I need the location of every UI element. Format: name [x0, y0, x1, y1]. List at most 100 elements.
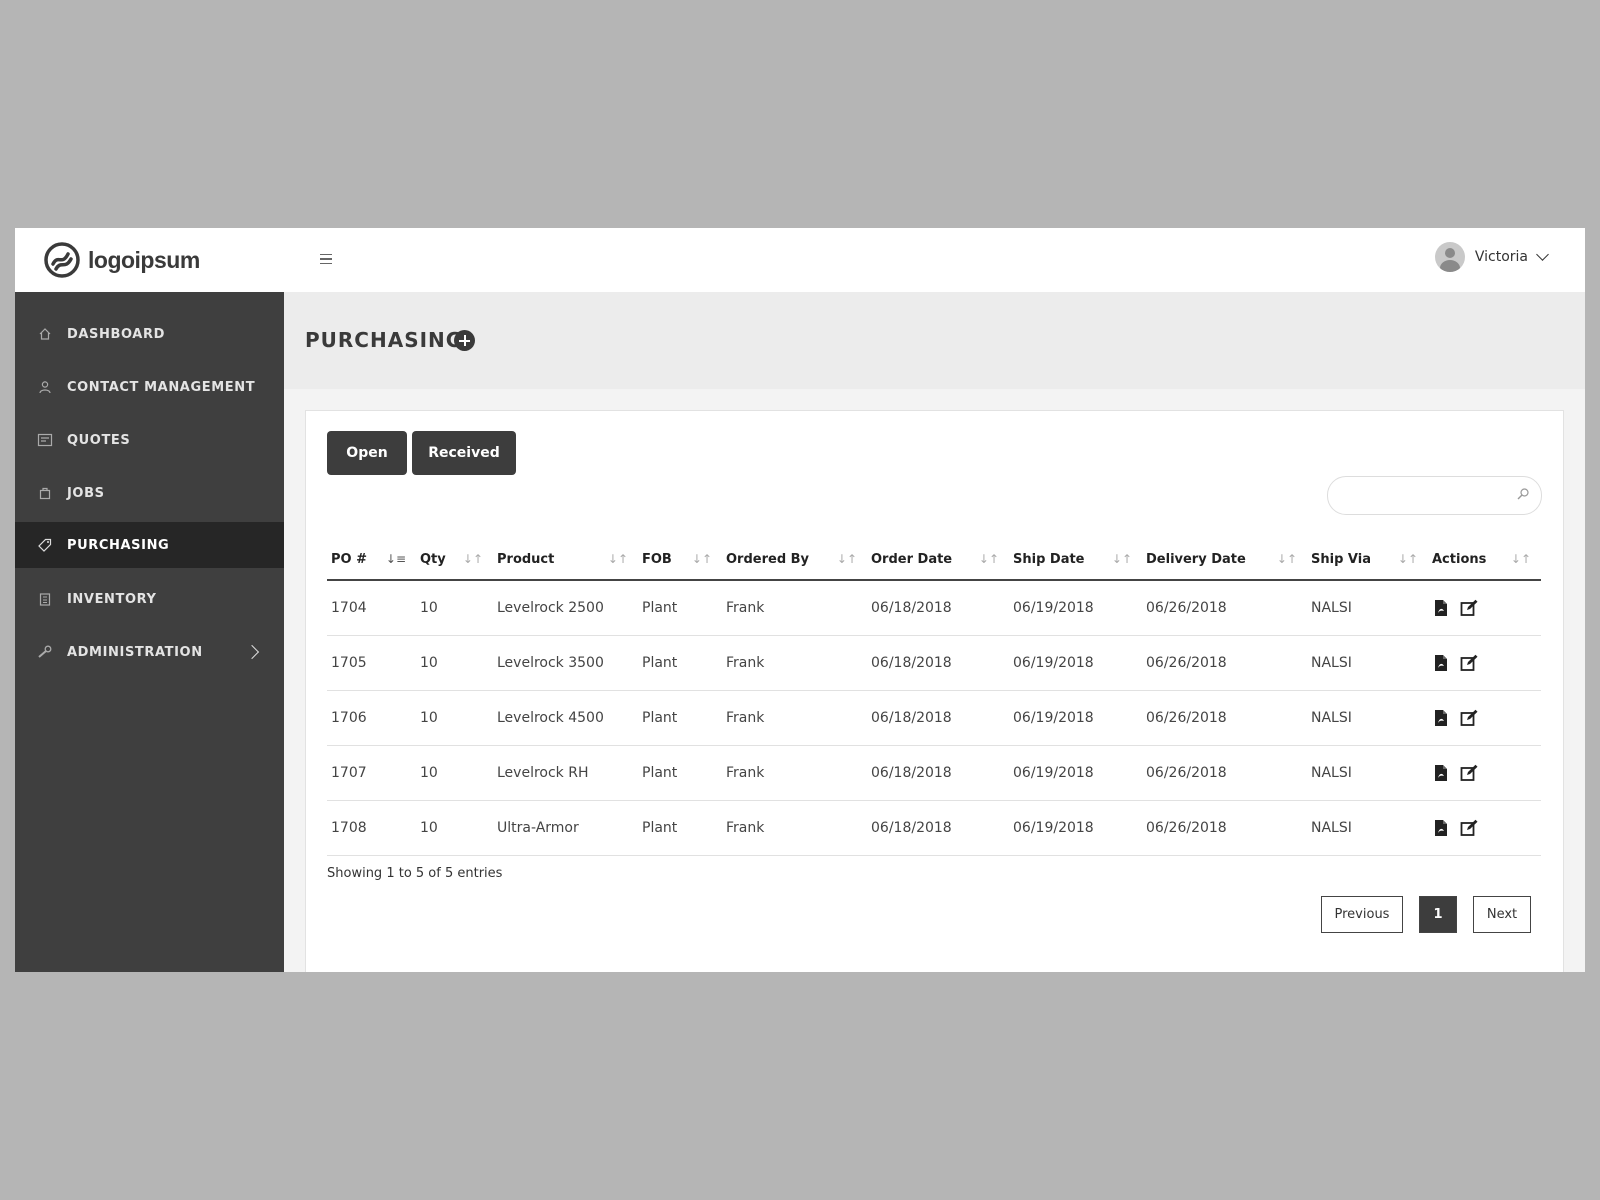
cell-fob: Plant — [638, 745, 722, 801]
cell-actions — [1428, 800, 1541, 856]
pdf-icon[interactable] — [1432, 819, 1450, 837]
sidebar-item-label: ADMINISTRATION — [67, 644, 203, 660]
cell-fob: Plant — [638, 800, 722, 856]
sort-icon: ↓↑ — [978, 552, 999, 566]
cell-ship-via: NALSI — [1307, 580, 1428, 636]
sidebar-item-dashboard[interactable]: DASHBOARD — [15, 311, 284, 357]
cell-po: 1707 — [327, 745, 416, 801]
sidebar-item-jobs[interactable]: JOBS — [15, 470, 284, 516]
column-header-po[interactable]: PO # ↓≡ — [327, 539, 416, 581]
purchase-orders-table: PO # ↓≡ Qty ↓↑ Product ↓↑ FOB ↓↑ Ordered By ↓… — [327, 539, 1541, 856]
tag-icon — [37, 537, 53, 553]
cell-ordered-by: Frank — [722, 635, 867, 691]
logo-icon — [44, 242, 80, 278]
chevron-right-icon — [244, 644, 260, 660]
cell-qty: 10 — [416, 635, 493, 691]
cell-qty: 10 — [416, 690, 493, 746]
sidebar-item-label: PURCHASING — [67, 537, 170, 553]
sort-icon: ↓↑ — [836, 552, 857, 566]
sidebar-item-label: INVENTORY — [67, 591, 157, 607]
edit-icon[interactable] — [1460, 599, 1478, 617]
cell-ship-date: 06/19/2018 — [1009, 745, 1142, 801]
cell-product: Levelrock 4500 — [493, 690, 638, 746]
pdf-icon[interactable] — [1432, 764, 1450, 782]
cell-qty: 10 — [416, 800, 493, 856]
user-name: Victoria — [1474, 249, 1528, 265]
sidebar-item-administration[interactable]: ADMINISTRATION — [15, 629, 284, 675]
next-page-button[interactable]: Next — [1473, 896, 1531, 933]
sidebar-item-contact-management[interactable]: CONTACT MANAGEMENT — [15, 364, 284, 410]
app-window: logoipsum Victoria DASHBOARD CONTACT MAN… — [15, 228, 1585, 972]
cell-po: 1706 — [327, 690, 416, 746]
tab-open[interactable]: Open — [327, 431, 407, 475]
avatar — [1434, 242, 1465, 272]
column-header-qty[interactable]: Qty ↓↑ — [416, 539, 493, 581]
column-header-delivery-date[interactable]: Delivery Date ↓↑ — [1142, 539, 1307, 581]
tab-received[interactable]: Received — [412, 431, 516, 475]
column-header-ship-date[interactable]: Ship Date ↓↑ — [1009, 539, 1142, 581]
sidebar-item-purchasing[interactable]: PURCHASING — [15, 522, 284, 568]
cell-qty: 10 — [416, 745, 493, 801]
cell-actions — [1428, 635, 1541, 691]
user-menu[interactable]: Victoria — [1434, 242, 1549, 272]
sort-desc-icon: ↓≡ — [385, 552, 406, 566]
edit-icon[interactable] — [1460, 709, 1478, 727]
search-field[interactable] — [1327, 476, 1542, 515]
logo[interactable]: logoipsum — [44, 242, 200, 278]
edit-icon[interactable] — [1460, 764, 1478, 782]
cell-fob: Plant — [638, 690, 722, 746]
column-header-fob[interactable]: FOB ↓↑ — [638, 539, 722, 581]
cell-delivery-date: 06/26/2018 — [1142, 690, 1307, 746]
sidebar-item-inventory[interactable]: INVENTORY — [15, 576, 284, 622]
table-row: 1706 10 Levelrock 4500 Plant Frank 06/18… — [327, 690, 1541, 746]
table-row: 1708 10 Ultra-Armor Plant Frank 06/18/20… — [327, 800, 1541, 856]
column-header-actions[interactable]: Actions ↓↑ — [1428, 539, 1541, 581]
cell-delivery-date: 06/26/2018 — [1142, 580, 1307, 636]
sidebar: DASHBOARD CONTACT MANAGEMENT QUOTES JOBS… — [15, 292, 284, 972]
pdf-icon[interactable] — [1432, 599, 1450, 617]
cell-actions — [1428, 580, 1541, 636]
search-input[interactable] — [1342, 485, 1516, 507]
cell-product: Levelrock 2500 — [493, 580, 638, 636]
sidebar-item-label: DASHBOARD — [67, 326, 165, 342]
cell-ship-via: NALSI — [1307, 690, 1428, 746]
cell-fob: Plant — [638, 635, 722, 691]
cell-order-date: 06/18/2018 — [867, 580, 1009, 636]
main-content: PURCHASING Open Received PO # ↓≡ Qty ↓↑ … — [284, 292, 1585, 972]
cell-ordered-by: Frank — [722, 690, 867, 746]
column-header-order-date[interactable]: Order Date ↓↑ — [867, 539, 1009, 581]
current-page-button[interactable]: 1 — [1419, 896, 1457, 933]
sort-icon: ↓↑ — [462, 552, 483, 566]
cell-ordered-by: Frank — [722, 580, 867, 636]
pdf-icon[interactable] — [1432, 654, 1450, 672]
home-icon — [37, 326, 53, 342]
cell-po: 1705 — [327, 635, 416, 691]
search-icon — [1517, 488, 1529, 500]
cell-delivery-date: 06/26/2018 — [1142, 800, 1307, 856]
cell-ship-via: NALSI — [1307, 745, 1428, 801]
cell-ship-date: 06/19/2018 — [1009, 635, 1142, 691]
sidebar-item-label: JOBS — [67, 485, 105, 501]
column-header-ordered-by[interactable]: Ordered By ↓↑ — [722, 539, 867, 581]
edit-icon[interactable] — [1460, 654, 1478, 672]
cell-delivery-date: 06/26/2018 — [1142, 635, 1307, 691]
cell-product: Levelrock RH — [493, 745, 638, 801]
column-header-ship-via[interactable]: Ship Via ↓↑ — [1307, 539, 1428, 581]
top-bar: logoipsum Victoria — [15, 228, 1585, 292]
column-header-product[interactable]: Product ↓↑ — [493, 539, 638, 581]
add-purchase-order-button[interactable] — [454, 330, 475, 351]
cell-ship-date: 06/19/2018 — [1009, 690, 1142, 746]
pdf-icon[interactable] — [1432, 709, 1450, 727]
cell-product: Levelrock 3500 — [493, 635, 638, 691]
sidebar-item-quotes[interactable]: QUOTES — [15, 417, 284, 463]
cell-ship-date: 06/19/2018 — [1009, 580, 1142, 636]
table-info: Showing 1 to 5 of 5 entries — [327, 866, 503, 881]
cell-ship-via: NALSI — [1307, 635, 1428, 691]
menu-toggle-icon[interactable] — [320, 250, 340, 268]
cell-qty: 10 — [416, 580, 493, 636]
table-row: 1705 10 Levelrock 3500 Plant Frank 06/18… — [327, 635, 1541, 691]
previous-page-button[interactable]: Previous — [1321, 896, 1403, 933]
edit-icon[interactable] — [1460, 819, 1478, 837]
cell-delivery-date: 06/26/2018 — [1142, 745, 1307, 801]
table-header-row: PO # ↓≡ Qty ↓↑ Product ↓↑ FOB ↓↑ Ordered By ↓… — [327, 539, 1541, 581]
